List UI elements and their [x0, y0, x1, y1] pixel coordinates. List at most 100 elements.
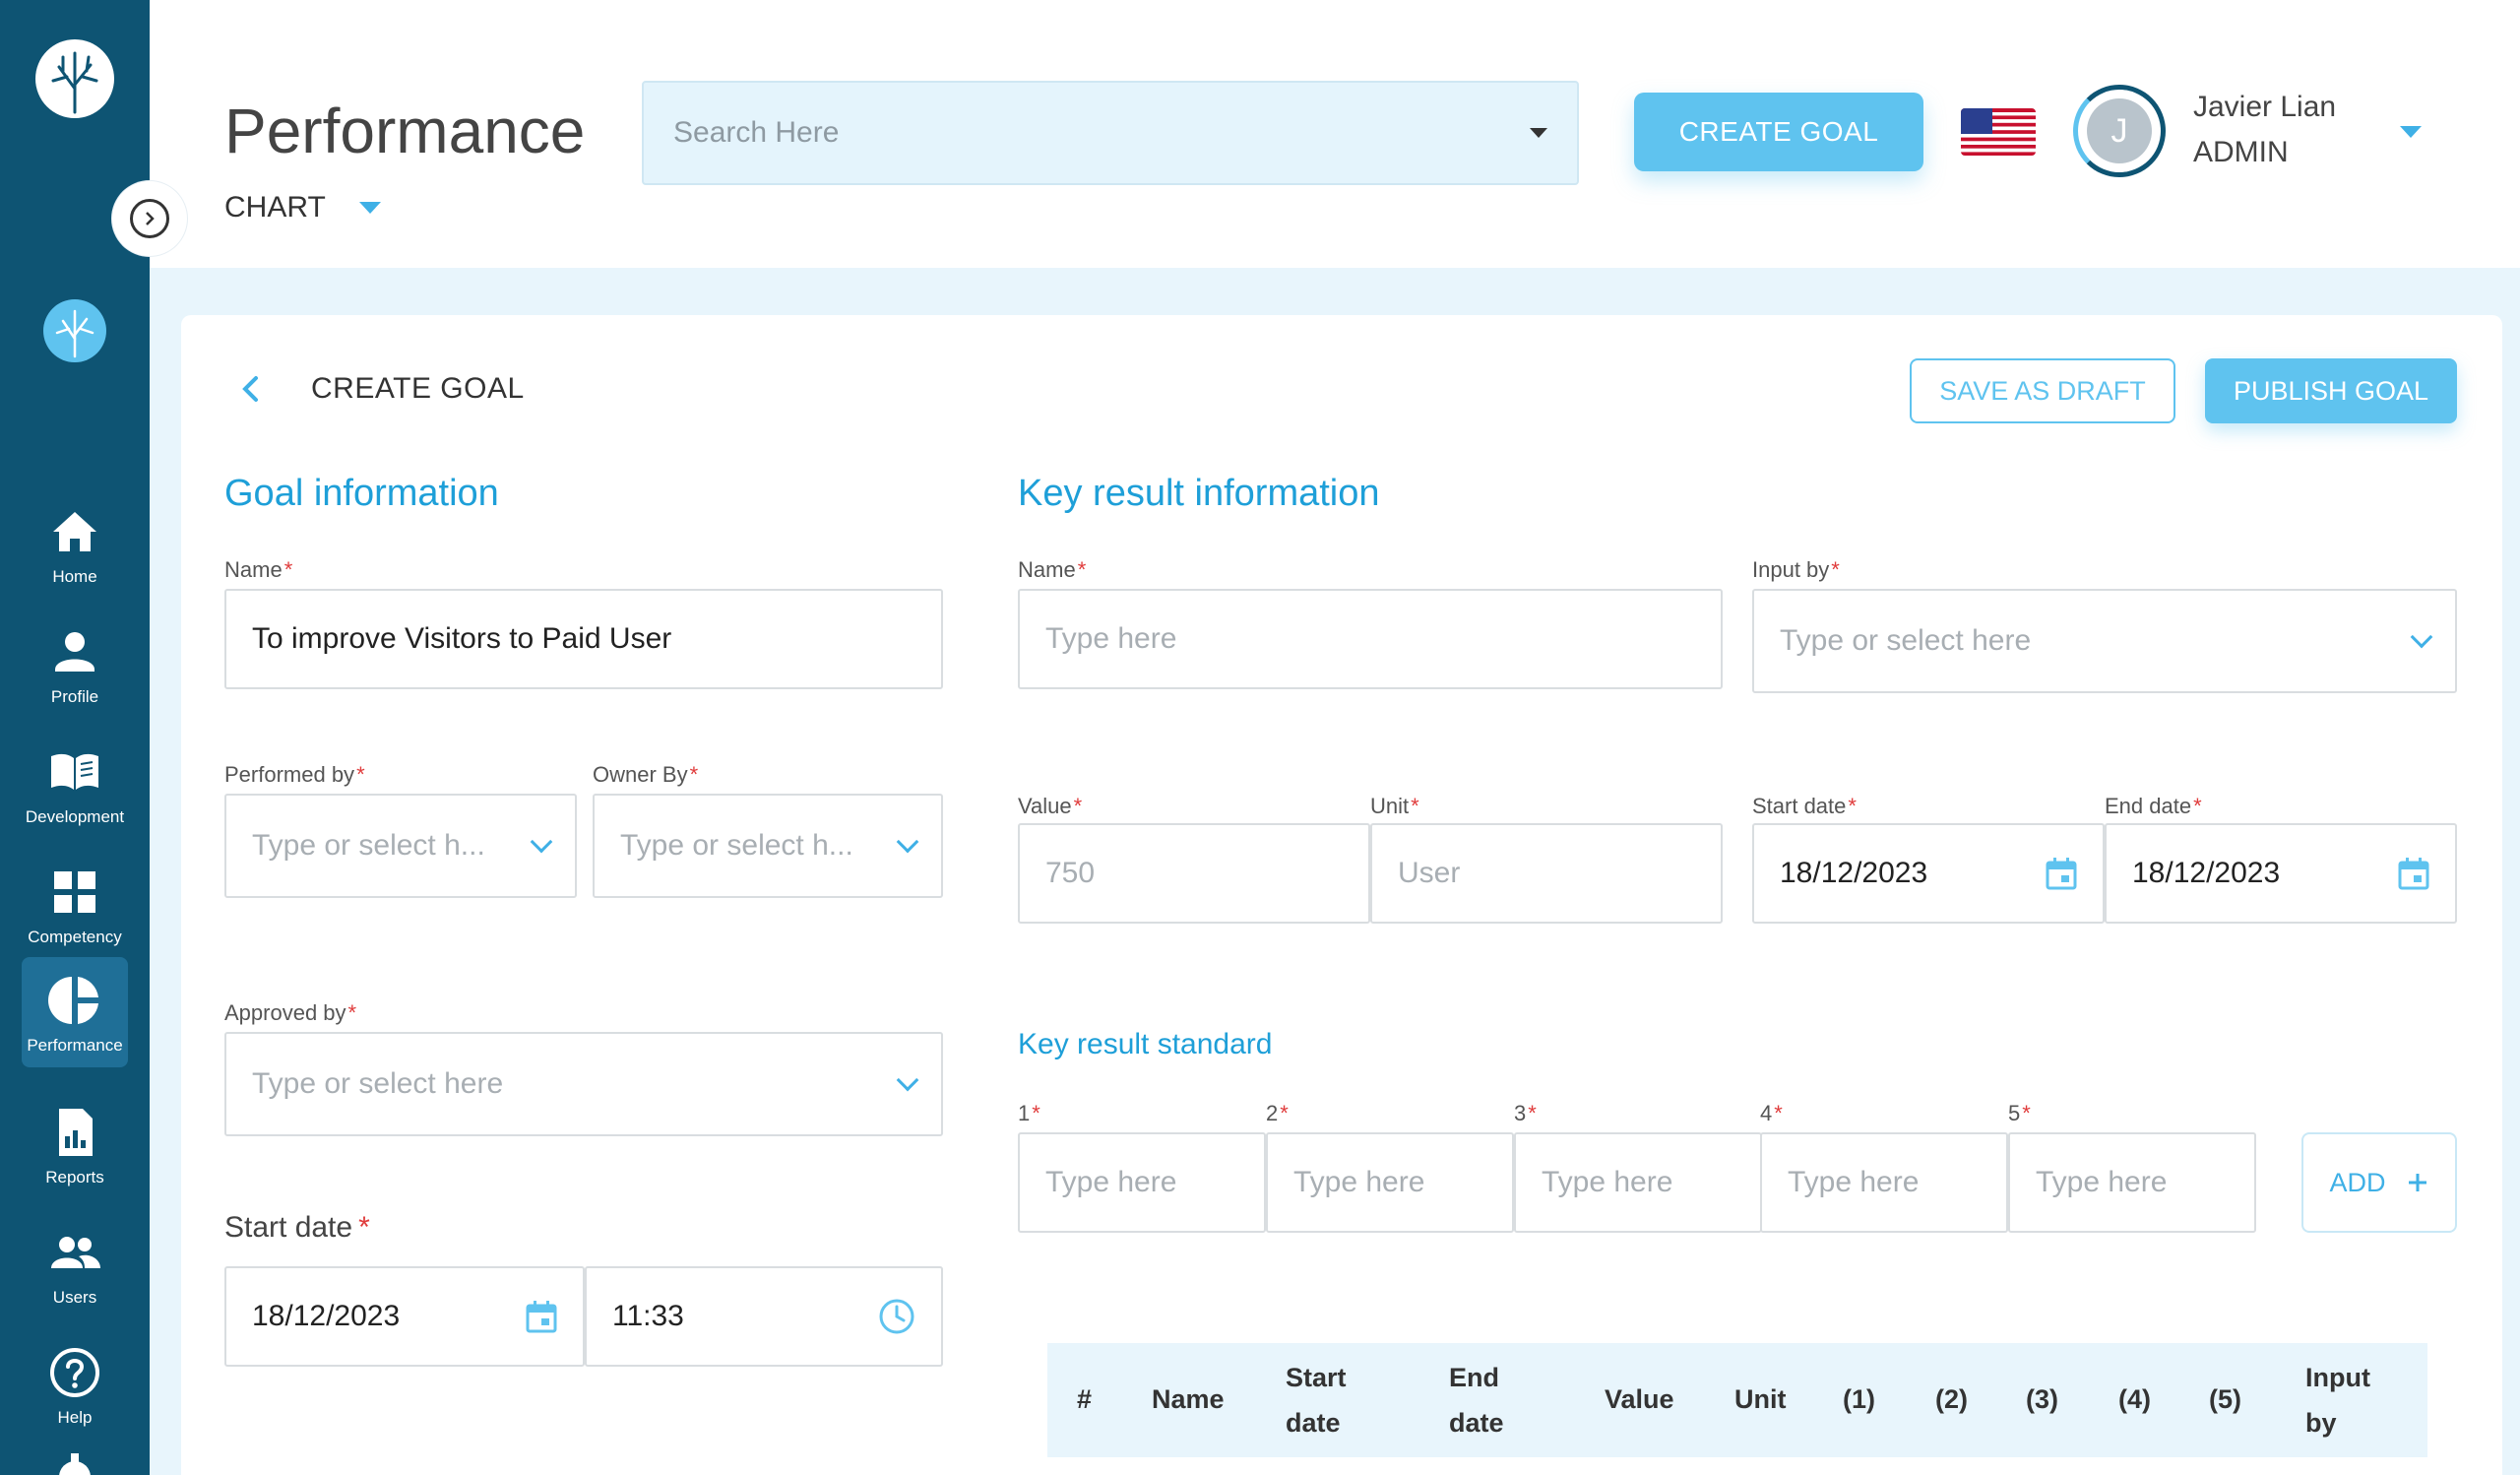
back-chevron-icon[interactable] [236, 374, 266, 404]
value-placeholder: 750 [1045, 857, 1096, 889]
sidebar-item-help[interactable]: Help [0, 1327, 150, 1443]
standard-1-placeholder: Type here [1045, 1166, 1177, 1198]
grid-icon [54, 871, 95, 913]
standard-2-label: 2* [1266, 1101, 1289, 1125]
sidebar-item-label: Users [52, 1288, 97, 1307]
kr-name-field[interactable]: Type here [1018, 589, 1723, 689]
standard-1-field[interactable]: Type here [1018, 1132, 1266, 1233]
user-name: Javier Lian [2193, 91, 2337, 123]
owner-by-placeholder: Type or select h... [620, 829, 853, 862]
chevron-down-icon [896, 830, 919, 854]
standard-2-placeholder: Type here [1293, 1166, 1425, 1198]
input-by-select[interactable]: Type or select here [1752, 589, 2457, 693]
kr-start-date-field[interactable]: 18/12/2023 [1752, 823, 2105, 924]
unit-placeholder: User [1398, 857, 1461, 889]
book-icon [51, 753, 98, 790]
add-label: ADD [2329, 1167, 2386, 1197]
settings-icon[interactable] [51, 1453, 98, 1475]
sidebar-item-label: Competency [28, 928, 122, 946]
save-as-draft-button[interactable]: SAVE AS DRAFT [1910, 358, 2175, 423]
standard-4-placeholder: Type here [1788, 1166, 1920, 1198]
col-header-standard-1: (1) [1843, 1384, 1875, 1414]
start-date-field[interactable]: 18/12/2023 [224, 1266, 585, 1367]
standard-1-label: 1* [1018, 1101, 1040, 1125]
caret-down-icon [358, 202, 381, 214]
key-result-table-header: # Name Start date End date Value Unit (1… [1047, 1343, 2427, 1457]
search-input[interactable] [673, 116, 1480, 150]
pie-chart-icon [48, 977, 98, 1024]
performed-by-placeholder: Type or select h... [252, 829, 485, 862]
home-icon [53, 512, 96, 551]
start-date-label: Start date * [224, 1211, 370, 1244]
standard-3-field[interactable]: Type here [1514, 1132, 1762, 1233]
view-select-value: CHART [224, 191, 326, 224]
create-goal-button[interactable]: CREATE GOAL [1634, 93, 1923, 171]
sidebar-item-performance[interactable]: Performance [22, 957, 128, 1067]
col-header-start-date: Start date [1286, 1363, 1347, 1438]
publish-goal-button[interactable]: PUBLISH GOAL [2205, 358, 2457, 423]
kr-name-label: Name* [1018, 557, 1087, 582]
performed-by-select[interactable]: Type or select h... [224, 794, 577, 898]
user-menu-caret-icon[interactable] [2400, 126, 2422, 138]
kr-end-date-value: 18/12/2023 [2132, 857, 2281, 889]
col-header-end-date: End date [1449, 1363, 1504, 1438]
search-box[interactable] [642, 81, 1579, 185]
sidebar-item-development[interactable]: Development [0, 727, 150, 843]
calendar-icon[interactable] [2046, 857, 2077, 890]
chevron-down-icon [2410, 625, 2433, 649]
standard-5-placeholder: Type here [2036, 1166, 2168, 1198]
clock-icon[interactable] [878, 1298, 915, 1335]
sidebar-item-home[interactable]: Home [0, 486, 150, 603]
unit-field[interactable]: User [1370, 823, 1723, 924]
sidebar-item-label: Help [57, 1408, 93, 1427]
key-result-standard-heading: Key result standard [1018, 1028, 1273, 1060]
calendar-icon[interactable] [526, 1300, 557, 1333]
sidebar-item-profile[interactable]: Profile [0, 607, 150, 723]
card-title: CREATE GOAL [311, 372, 525, 405]
chevron-down-icon [530, 830, 553, 854]
standard-5-field[interactable]: Type here [2008, 1132, 2256, 1233]
goal-info-heading: Goal information [224, 473, 499, 514]
input-by-placeholder: Type or select here [1780, 624, 2032, 657]
standard-4-field[interactable]: Type here [1760, 1132, 2008, 1233]
start-date-value: 18/12/2023 [252, 1300, 401, 1332]
col-header-standard-4: (4) [2118, 1384, 2151, 1414]
help-icon [50, 1348, 99, 1397]
sidebar-item-reports[interactable]: Reports [0, 1087, 150, 1203]
goal-name-value: To improve Visitors to Paid User [252, 622, 672, 655]
page-title: Performance [224, 96, 586, 166]
add-standard-button[interactable]: ADD [2301, 1132, 2457, 1233]
start-time-value: 11:33 [612, 1300, 684, 1332]
standard-5-label: 5* [2008, 1101, 2031, 1125]
key-result-heading: Key result information [1018, 473, 1380, 514]
org-logo-icon[interactable] [43, 299, 106, 362]
col-header-input-by: Input by [2305, 1363, 2370, 1438]
sidebar-toggle-button[interactable] [112, 181, 187, 256]
start-time-field[interactable]: 11:33 [585, 1266, 943, 1367]
sidebar-item-competency[interactable]: Competency [0, 847, 150, 963]
goal-name-field[interactable]: To improve Visitors to Paid User [224, 589, 943, 689]
unit-label: Unit* [1370, 794, 1419, 818]
plus-icon [2408, 1174, 2426, 1191]
avatar-initial: J [2087, 98, 2152, 163]
caret-down-icon[interactable] [1530, 128, 1547, 138]
value-field[interactable]: 750 [1018, 823, 1370, 924]
standard-2-field[interactable]: Type here [1266, 1132, 1514, 1233]
input-by-label: Input by* [1752, 557, 1840, 582]
kr-end-date-field[interactable]: 18/12/2023 [2105, 823, 2457, 924]
goal-name-label: Name* [224, 557, 293, 582]
sidebar-item-label: Home [52, 567, 97, 586]
view-select[interactable]: CHART [224, 191, 381, 224]
us-flag-icon[interactable] [1961, 108, 2036, 156]
calendar-icon[interactable] [2398, 857, 2429, 890]
kr-end-date-label: End date* [2105, 794, 2202, 818]
owner-by-select[interactable]: Type or select h... [593, 794, 943, 898]
user-role: ADMIN [2193, 136, 2289, 168]
approved-by-select[interactable]: Type or select here [224, 1032, 943, 1136]
chevron-right-circle-icon [130, 199, 169, 238]
standard-3-placeholder: Type here [1542, 1166, 1673, 1198]
col-header-standard-3: (3) [2026, 1384, 2058, 1414]
sidebar-item-users[interactable]: Users [0, 1207, 150, 1323]
chevron-down-icon [896, 1068, 919, 1092]
avatar[interactable]: J [2073, 85, 2166, 177]
